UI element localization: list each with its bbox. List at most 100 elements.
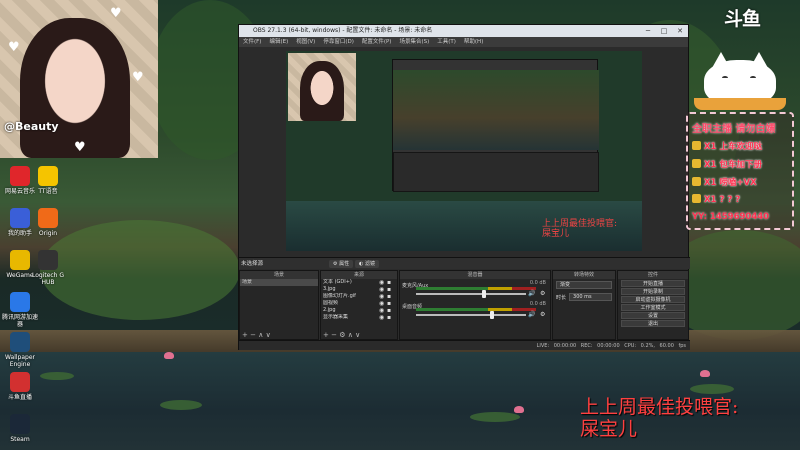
obs-statusbar: LIVE: 00:00:00 REC: 00:00:00 CPU: 0.2%, … — [239, 340, 690, 350]
desktop-icon-tt-voice[interactable]: TT语音 — [28, 166, 68, 195]
volume-slider[interactable] — [416, 290, 526, 298]
wallpaper-engine-icon — [10, 332, 30, 352]
add-icon[interactable]: + — [323, 331, 329, 339]
preview-overlay-panel — [594, 57, 640, 189]
gear-icon[interactable]: ⚙ — [540, 290, 545, 297]
menu-view[interactable]: 视图(V) — [296, 37, 315, 47]
source-item[interactable]: 圆视频 ◉ ▪ — [321, 300, 397, 307]
down-icon[interactable]: ∨ — [355, 331, 360, 339]
lock-icon[interactable]: ▪ — [387, 307, 395, 314]
slider-knob[interactable] — [481, 290, 486, 298]
source-item[interactable]: 显示器采集 ◉ ▪ — [321, 314, 397, 321]
speaker-icon[interactable]: 🔊 — [528, 311, 535, 318]
up-icon[interactable]: ∧ — [258, 331, 263, 339]
douyu-live-icon — [10, 372, 30, 392]
minimize-icon[interactable]: ─ — [640, 25, 656, 37]
properties-button[interactable]: ⚙ 属性 — [329, 260, 354, 268]
volume-slider[interactable] — [416, 311, 526, 319]
exit-button[interactable]: 退出 — [621, 320, 685, 327]
menu-edit[interactable]: 编辑(E) — [269, 37, 288, 47]
sources-title: 来源 — [321, 271, 397, 279]
remove-icon[interactable]: − — [250, 331, 256, 339]
menu-help[interactable]: 帮助(H) — [464, 37, 483, 47]
desktop-icon-origin[interactable]: Origin — [28, 208, 68, 237]
webcam-portrait — [20, 18, 130, 158]
desktop-icon-steam[interactable]: Steam — [0, 414, 40, 443]
volume-meter — [416, 287, 536, 290]
remove-icon[interactable]: − — [331, 331, 337, 339]
eye-icon[interactable]: ◉ — [379, 279, 387, 286]
eye-icon[interactable]: ◉ — [379, 286, 387, 293]
eye-icon[interactable]: ◉ — [379, 307, 387, 314]
down-icon[interactable]: ∨ — [266, 331, 271, 339]
gear-icon[interactable]: ⚙ — [540, 311, 545, 318]
maximize-icon[interactable]: □ — [656, 25, 672, 37]
logitech-ghub-icon — [38, 250, 58, 270]
webcam-overlay: ♥ ♥ ♥ ♥ @Beauty — [0, 0, 158, 158]
tt-voice-icon — [38, 166, 58, 186]
wegame-icon — [10, 250, 30, 270]
menu-docks[interactable]: 停靠窗口(D) — [323, 37, 354, 47]
menu-file[interactable]: 文件(F) — [243, 37, 261, 47]
gift-icon — [692, 177, 701, 186]
gift-icon — [692, 141, 701, 150]
eye-icon[interactable]: ◉ — [379, 293, 387, 300]
window-controls: ─ □ ✕ — [640, 25, 688, 37]
lock-icon[interactable]: ▪ — [387, 279, 395, 286]
gift-entry: X1 ? ? ? — [692, 194, 740, 205]
speaker-icon[interactable]: 🔊 — [528, 290, 535, 297]
close-icon[interactable]: ✕ — [672, 25, 688, 37]
cat-mascot — [694, 50, 786, 114]
origin-icon — [38, 208, 58, 228]
lock-icon[interactable]: ▪ — [387, 300, 395, 307]
transition-select[interactable]: 渐变 — [556, 281, 612, 289]
gift-entry: X1 包车加下册 — [692, 158, 762, 170]
add-icon[interactable]: + — [242, 331, 248, 339]
heart-icon: ♥ — [8, 40, 20, 55]
desktop-icon-logitech-ghub[interactable]: Logitech G HUB — [28, 250, 68, 286]
lock-icon[interactable]: ▪ — [387, 286, 395, 293]
desktop-icon-douyu-live[interactable]: 斗鱼直播 — [0, 372, 40, 401]
filters-button[interactable]: ◐ 滤镜 — [355, 260, 379, 268]
lotus-flower — [164, 352, 174, 359]
lily-pad — [690, 384, 734, 394]
studio-mode-button[interactable]: 工作室模式 — [621, 304, 685, 311]
source-item[interactable]: 3.jpg ◉ ▪ — [321, 286, 397, 293]
menu-scene-collection[interactable]: 场景集合(S) — [399, 37, 429, 47]
duration-input[interactable]: 300 ms — [569, 293, 612, 301]
lock-icon[interactable]: ▪ — [387, 314, 395, 321]
virtual-camera-button[interactable]: 启动虚拟摄像机 — [621, 296, 685, 303]
mixer-title: 混音器 — [400, 271, 550, 279]
obs-preview[interactable]: 上上周最佳投喂官: 屎宝儿 — [286, 51, 642, 251]
menu-tools[interactable]: 工具(T) — [437, 37, 456, 47]
controls-title: 控件 — [618, 271, 688, 279]
eye-icon[interactable]: ◉ — [379, 300, 387, 307]
obs-window[interactable]: OBS 27.1.3 (64-bit, windows) - 配置文件: 未命名… — [238, 24, 690, 350]
start-streaming-button[interactable]: 开始直播 — [621, 280, 685, 287]
slider-knob[interactable] — [490, 311, 495, 319]
settings-button[interactable]: 设置 — [621, 312, 685, 319]
transitions-title: 转场特效 — [553, 271, 615, 279]
desktop-icon-wallpaper-engine[interactable]: Wallpaper Engine — [0, 332, 40, 368]
source-item[interactable]: 文本 (GDI+) ◉ ▪ — [321, 279, 397, 286]
menu-profile[interactable]: 配置文件(P) — [362, 37, 392, 47]
mixer-channel: 桌面音频 0.0 dB 🔊 ⚙ — [400, 300, 550, 321]
eye-icon[interactable]: ◉ — [379, 314, 387, 321]
sources-dock: 来源 文本 (GDI+) ◉ ▪ 3.jpg ◉ ▪ 图像幻灯片.gif ◉ ▪ 圆视频 ◉ ▪… — [320, 270, 398, 340]
start-recording-button[interactable]: 开始录制 — [621, 288, 685, 295]
gift-panel: 全职主播 请勿白嫖 X1 上车欢迎哒 X1 包车加下册 X1 唠嗑+VX X1 … — [686, 112, 794, 230]
obs-titlebar[interactable]: OBS 27.1.3 (64-bit, windows) - 配置文件: 未命名… — [239, 25, 688, 37]
scene-item[interactable]: 场景 — [240, 279, 318, 286]
duration-label: 时长 — [556, 294, 567, 301]
lily-pad — [470, 412, 520, 422]
up-icon[interactable]: ∧ — [348, 331, 353, 339]
scenes-footer: + − ∧ ∨ — [240, 331, 318, 339]
source-item[interactable]: 图像幻灯片.gif ◉ ▪ — [321, 293, 397, 300]
no-source-label: 未选择源 — [241, 261, 264, 267]
lock-icon[interactable]: ▪ — [387, 293, 395, 300]
assistant-icon — [10, 208, 30, 228]
source-item[interactable]: 2.jpg ◉ ▪ — [321, 307, 397, 314]
gift-icon — [692, 159, 701, 168]
gear-icon[interactable]: ⚙ — [339, 331, 345, 339]
desktop-icon-tencent-accelerator[interactable]: 腾讯网游加速器 — [0, 292, 40, 328]
